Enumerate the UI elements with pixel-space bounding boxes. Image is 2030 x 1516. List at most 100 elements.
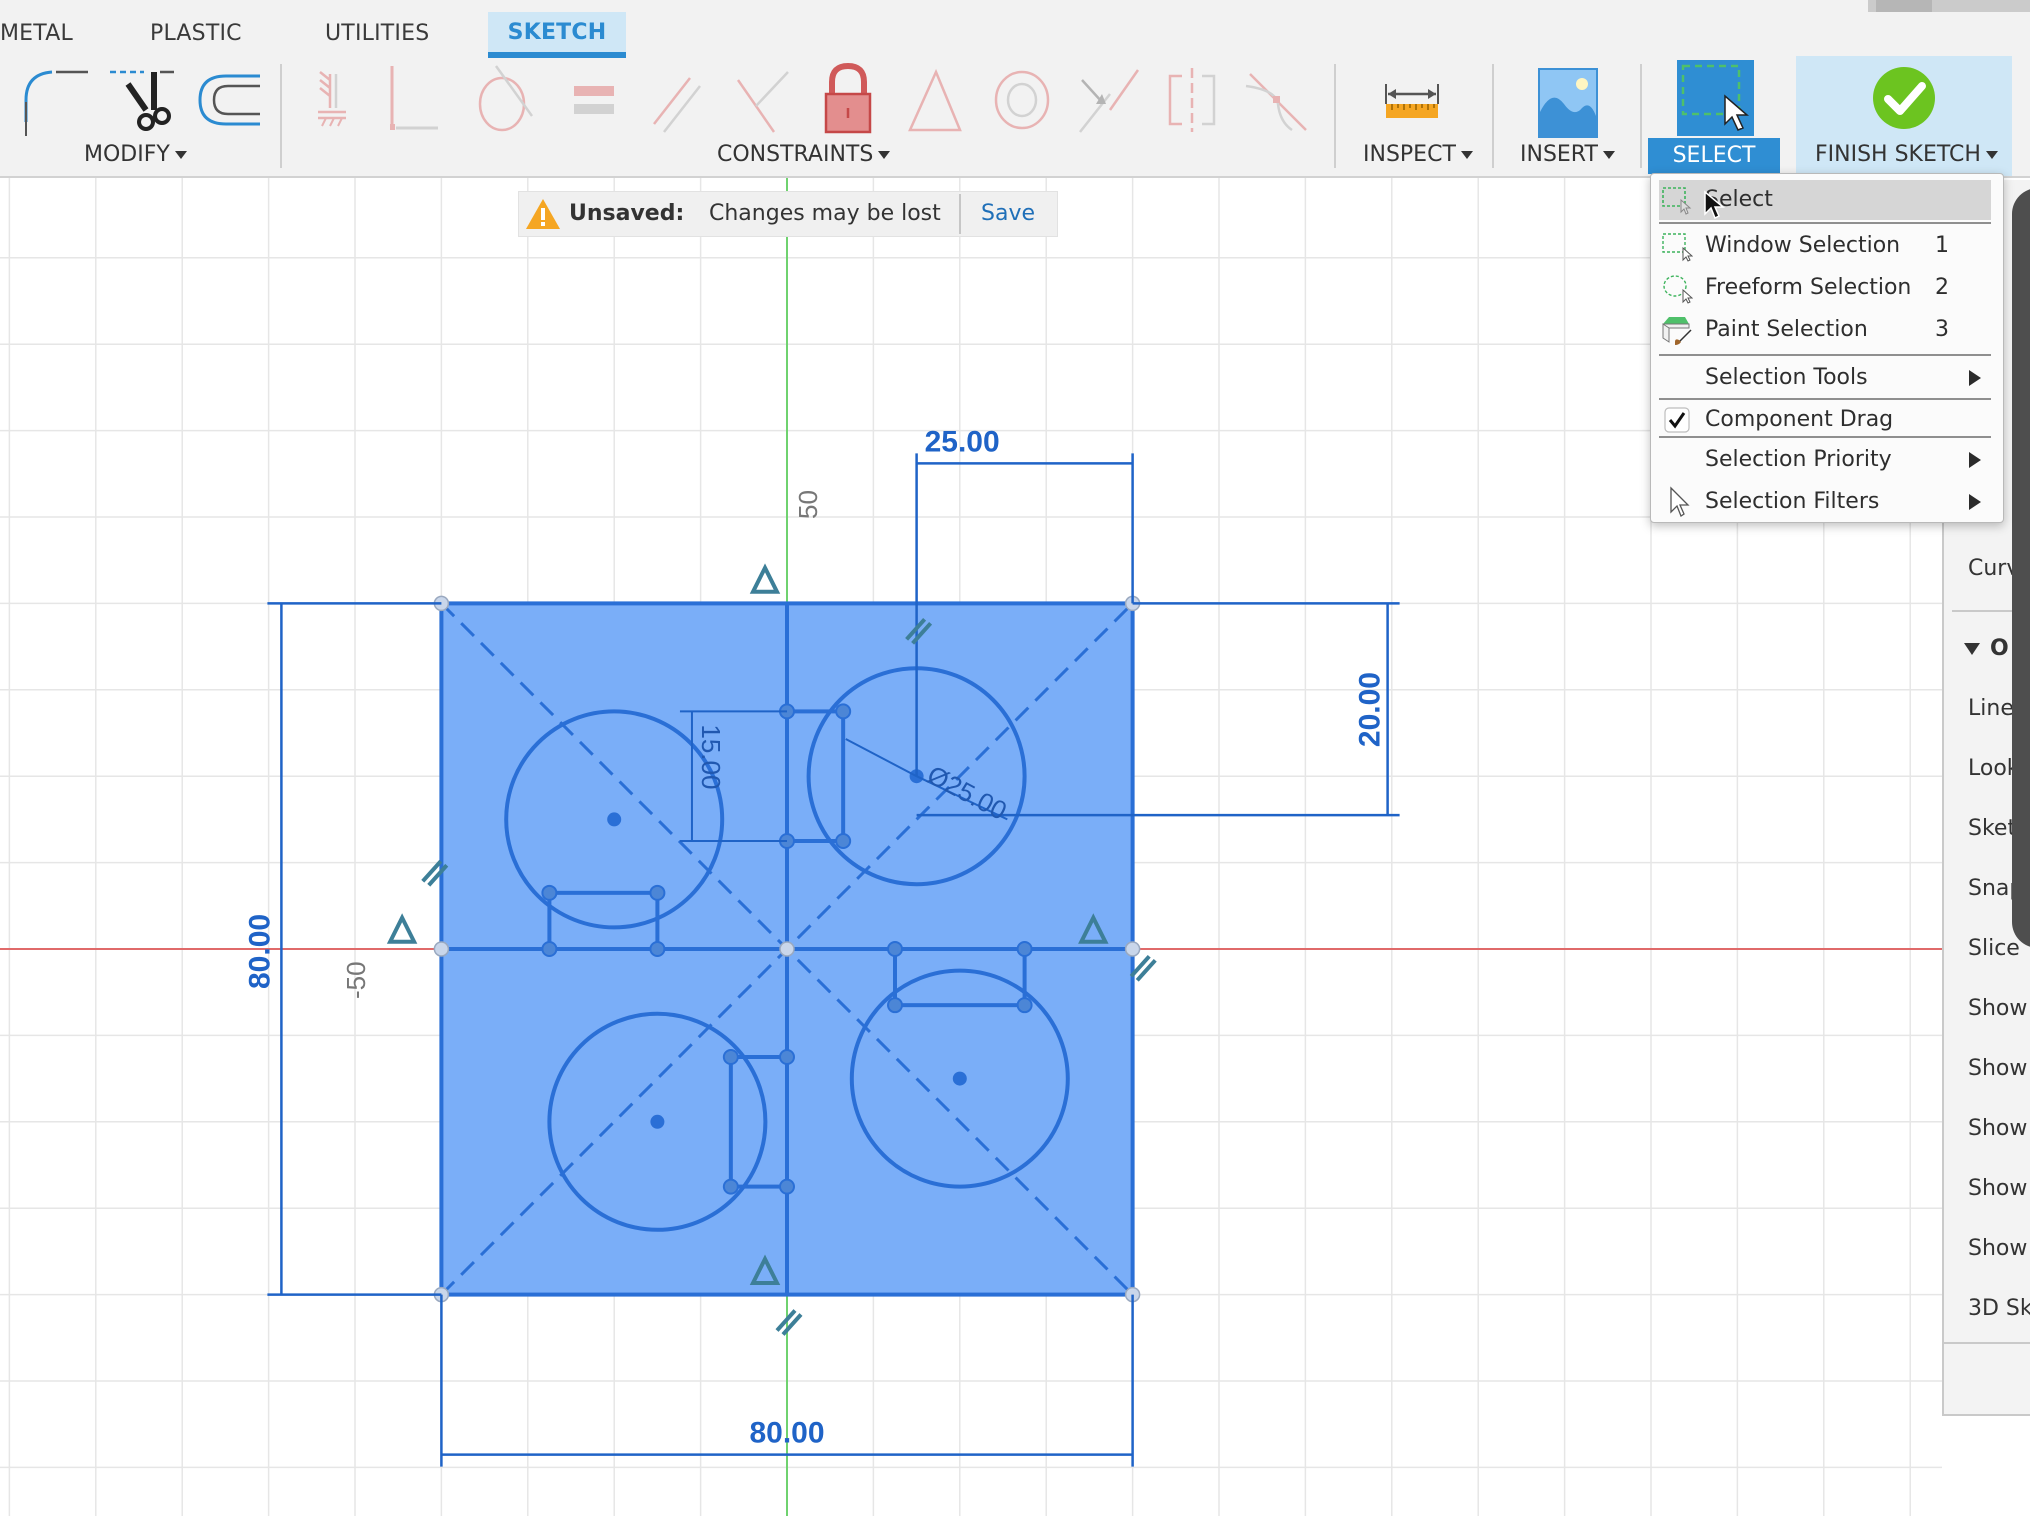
palette-item[interactable]: Show: [1968, 996, 2027, 1021]
sketch-vertex: [1124, 941, 1141, 957]
dimension-80-horizontal: 80.00: [749, 1417, 824, 1450]
triangle-down-icon: [1964, 643, 1980, 655]
checkbox-checked-icon[interactable]: [1661, 404, 1693, 436]
palette-item[interactable]: Show: [1968, 1116, 2027, 1141]
palette-item[interactable]: Sket: [1968, 816, 2016, 841]
menu-item-component-drag[interactable]: Component Drag: [1659, 400, 1991, 440]
window-selection-icon: [1662, 233, 1693, 262]
tab-sketch[interactable]: SKETCH: [488, 12, 626, 58]
sketch-point: [779, 1049, 795, 1065]
palette-item[interactable]: Show: [1968, 1056, 2027, 1081]
sketch-point: [779, 1178, 795, 1195]
axis-label-x-neg50: -50: [341, 961, 371, 999]
dimension-20: 20.00: [1354, 672, 1387, 747]
menu-item-selection-tools[interactable]: Selection Tools: [1659, 358, 1991, 398]
parallel-constraint-glyph: [1129, 954, 1157, 982]
perpendicular-icon[interactable]: [724, 60, 804, 140]
coincident-icon[interactable]: [300, 60, 380, 140]
parallel-icon[interactable]: [640, 60, 720, 140]
sketch-point: [649, 884, 666, 901]
cursor-arrow-icon: [1670, 486, 1690, 517]
center-point: [650, 1114, 665, 1129]
warning-icon: [526, 199, 560, 229]
palette-item[interactable]: Show: [1968, 1176, 2027, 1201]
sketch-vertex: [433, 941, 450, 957]
dimension-25: 25.00: [925, 425, 1000, 458]
dimension-80-vertical: 80.00: [243, 914, 276, 989]
submenu-arrow-icon: [1969, 494, 1981, 510]
mouse-cursor-icon: [1704, 190, 1725, 220]
collinear-icon[interactable]: [382, 60, 462, 140]
palette-divider: [1944, 1342, 2030, 1344]
toolbar-separator: [1492, 64, 1494, 168]
sketch-point: [541, 884, 558, 901]
insert-menu-button[interactable]: INSERT: [1520, 138, 1615, 172]
palette-item[interactable]: Slice: [1968, 936, 2020, 961]
parallel-constraint-glyph: [775, 1309, 803, 1336]
tab-metal[interactable]: METAL: [0, 12, 73, 58]
select-menu-button[interactable]: SELECT: [1648, 138, 1780, 174]
menu-separator: [1659, 222, 1991, 224]
caret-down-icon: [174, 151, 187, 159]
menu-item-selection-priority[interactable]: Selection Priority: [1659, 440, 1991, 480]
menu-item-freeform-selection[interactable]: Freeform Selection 2: [1659, 268, 1991, 308]
options-section-header[interactable]: O: [1964, 636, 2009, 661]
midpoint-icon[interactable]: [896, 60, 976, 140]
offset-icon[interactable]: [192, 60, 272, 140]
freeform-selection-icon: [1663, 275, 1693, 304]
tab-utilities[interactable]: UTILITIES: [325, 12, 445, 58]
midpoint-constraint-glyph: [386, 913, 418, 944]
toolbar-separator: [1640, 64, 1642, 168]
select-box-icon: [1681, 64, 1750, 131]
select-dropdown-menu: Select Window Selection 1 Freeform Selec…: [1650, 173, 2004, 523]
menu-item-paint-selection[interactable]: Paint Selection 3: [1659, 310, 1991, 350]
inspect-menu-button[interactable]: INSPECT: [1363, 138, 1473, 172]
sketch-point: [1016, 941, 1033, 957]
sketch-point: [722, 1049, 739, 1065]
palette-item[interactable]: 3D Sk: [1968, 1296, 2030, 1321]
fillet-icon[interactable]: [20, 60, 100, 140]
finish-sketch-menu-button[interactable]: FINISH SKETCH: [1815, 138, 1998, 172]
unsaved-banner: Unsaved: Changes may be lost Save: [518, 191, 1058, 237]
tab-plastic[interactable]: PLASTIC: [150, 12, 250, 58]
insert-image-icon[interactable]: [1530, 60, 1610, 140]
save-link[interactable]: Save: [981, 192, 1035, 236]
select-tool-button[interactable]: [1677, 60, 1754, 136]
constraints-menu-button[interactable]: CONSTRAINTS: [717, 138, 891, 172]
menu-item-select[interactable]: Select: [1659, 180, 1991, 220]
fix-lock-icon[interactable]: [808, 60, 888, 140]
select-box-icon: [1662, 187, 1692, 215]
menu-separator: [1659, 354, 1991, 356]
symmetry-icon[interactable]: [1152, 60, 1232, 140]
sketch-vertex: [779, 941, 795, 957]
caret-down-icon: [1460, 151, 1473, 159]
toolbar-separator: [1334, 64, 1336, 168]
dimension-15: 15.00: [696, 724, 726, 789]
palette-item[interactable]: Line: [1968, 696, 2014, 721]
equal-icon[interactable]: [554, 60, 634, 140]
toolbar-separator: [280, 64, 282, 168]
caret-down-icon: [1602, 151, 1615, 159]
palette-item[interactable]: Show: [1968, 1236, 2027, 1261]
measure-ruler-icon[interactable]: [1372, 60, 1452, 140]
tangent-icon[interactable]: [466, 60, 546, 140]
unsaved-label: Unsaved:: [569, 201, 685, 226]
paint-selection-icon: [1662, 317, 1692, 345]
window-grip-handle[interactable]: [1876, 0, 1932, 12]
sketch-point: [887, 997, 903, 1014]
sketch-point: [887, 941, 903, 957]
center-point: [607, 812, 622, 827]
modify-menu-button[interactable]: MODIFY: [84, 138, 187, 172]
trim-icon[interactable]: [108, 60, 188, 140]
caret-down-icon: [878, 151, 891, 159]
concentric-icon[interactable]: [982, 60, 1062, 140]
horizontal-vertical-icon[interactable]: [1068, 60, 1148, 140]
menu-separator: [1659, 436, 1991, 438]
curvature-icon[interactable]: [1236, 60, 1316, 140]
banner-divider: [959, 194, 961, 234]
sketch-point: [541, 941, 558, 957]
submenu-arrow-icon: [1969, 370, 1981, 386]
sketch-point: [835, 833, 852, 849]
menu-item-selection-filters[interactable]: Selection Filters: [1659, 482, 1991, 522]
menu-item-window-selection[interactable]: Window Selection 1: [1659, 226, 1991, 266]
